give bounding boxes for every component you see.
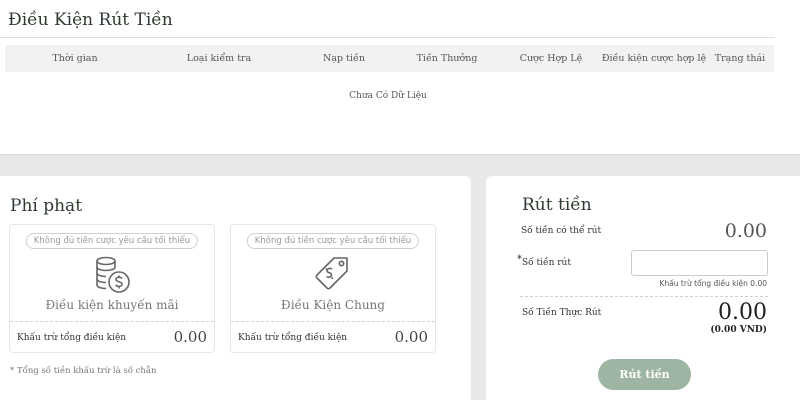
column-header-time: Thời gian — [52, 53, 98, 64]
page-title: Điều Kiện Rút Tiền — [8, 10, 173, 30]
general-deduction-label: Khấu trừ tổng điều kiện — [238, 333, 348, 343]
column-header-check-type: Loại kiểm tra — [186, 53, 252, 64]
actual-amount-value: 0.00 — [718, 300, 767, 325]
promo-condition-card: Không đủ tiền cược yêu cầu tối thiểu Điề… — [9, 224, 215, 353]
withdraw-amount-label: Số tiền rút — [522, 258, 571, 268]
deduction-footnote: * Tổng số tiền khấu trừ là số chẵn — [10, 366, 157, 376]
actual-amount-label: Số Tiền Thực Rút — [522, 308, 602, 318]
price-tag-icon — [315, 257, 348, 290]
withdraw-divider — [520, 296, 768, 297]
insufficient-bet-badge: Không đủ tiền cược yêu cầu tối thiểu — [246, 233, 420, 249]
promo-deduction-value: 0.00 — [173, 328, 207, 346]
column-header-valid-bet: Cược Hợp Lệ — [519, 53, 583, 64]
column-header-status: Trạng thái — [714, 53, 766, 64]
general-condition-label: Điều Kiện Chung — [281, 298, 385, 312]
coins-dollar-icon — [96, 256, 130, 293]
general-condition-card: Không đủ tiền cược yêu cầu tối thiểu Điề… — [230, 224, 436, 353]
insufficient-bet-badge: Không đủ tiền cược yêu cầu tối thiểu — [25, 233, 199, 249]
deduction-hint: Khấu trừ tổng điều kiện 0.00 — [659, 279, 767, 288]
general-deduction-value: 0.00 — [394, 328, 428, 346]
withdraw-title: Rút tiền — [522, 195, 592, 215]
card-divider — [10, 321, 214, 322]
promo-condition-label: Điều kiện khuyến mãi — [45, 298, 179, 312]
column-header-valid-bet-condition: Điều kiện cược hợp lệ — [601, 53, 707, 64]
penalty-title: Phí phạt — [10, 196, 83, 216]
available-amount-label: Số tiền có thể rút — [521, 226, 602, 236]
withdraw-panel: Rút tiền Số tiền có thể rút 0.00 * Số ti… — [486, 176, 800, 400]
promo-deduction-label: Khấu trừ tổng điều kiện — [17, 333, 127, 343]
actual-amount-vnd: (0.00 VND) — [710, 325, 767, 335]
table-header: Thời gian Loại kiểm tra Nạp tiền Tiền Th… — [5, 45, 774, 72]
column-header-bonus: Tiền Thưởng — [416, 53, 478, 64]
column-header-deposit: Nạp tiền — [323, 53, 365, 64]
withdraw-amount-input[interactable] — [631, 250, 768, 276]
penalty-panel: Phí phạt Không đủ tiền cược yêu cầu tối … — [0, 176, 471, 400]
available-amount-value: 0.00 — [724, 220, 767, 242]
withdraw-conditions-panel: Điều Kiện Rút Tiền Thời gian Loại kiểm t… — [0, 0, 800, 155]
card-divider — [231, 321, 435, 322]
withdraw-button[interactable]: Rút tiền — [598, 359, 691, 390]
empty-table-message: Chưa Có Dữ Liệu — [349, 91, 427, 101]
title-divider — [0, 37, 775, 38]
